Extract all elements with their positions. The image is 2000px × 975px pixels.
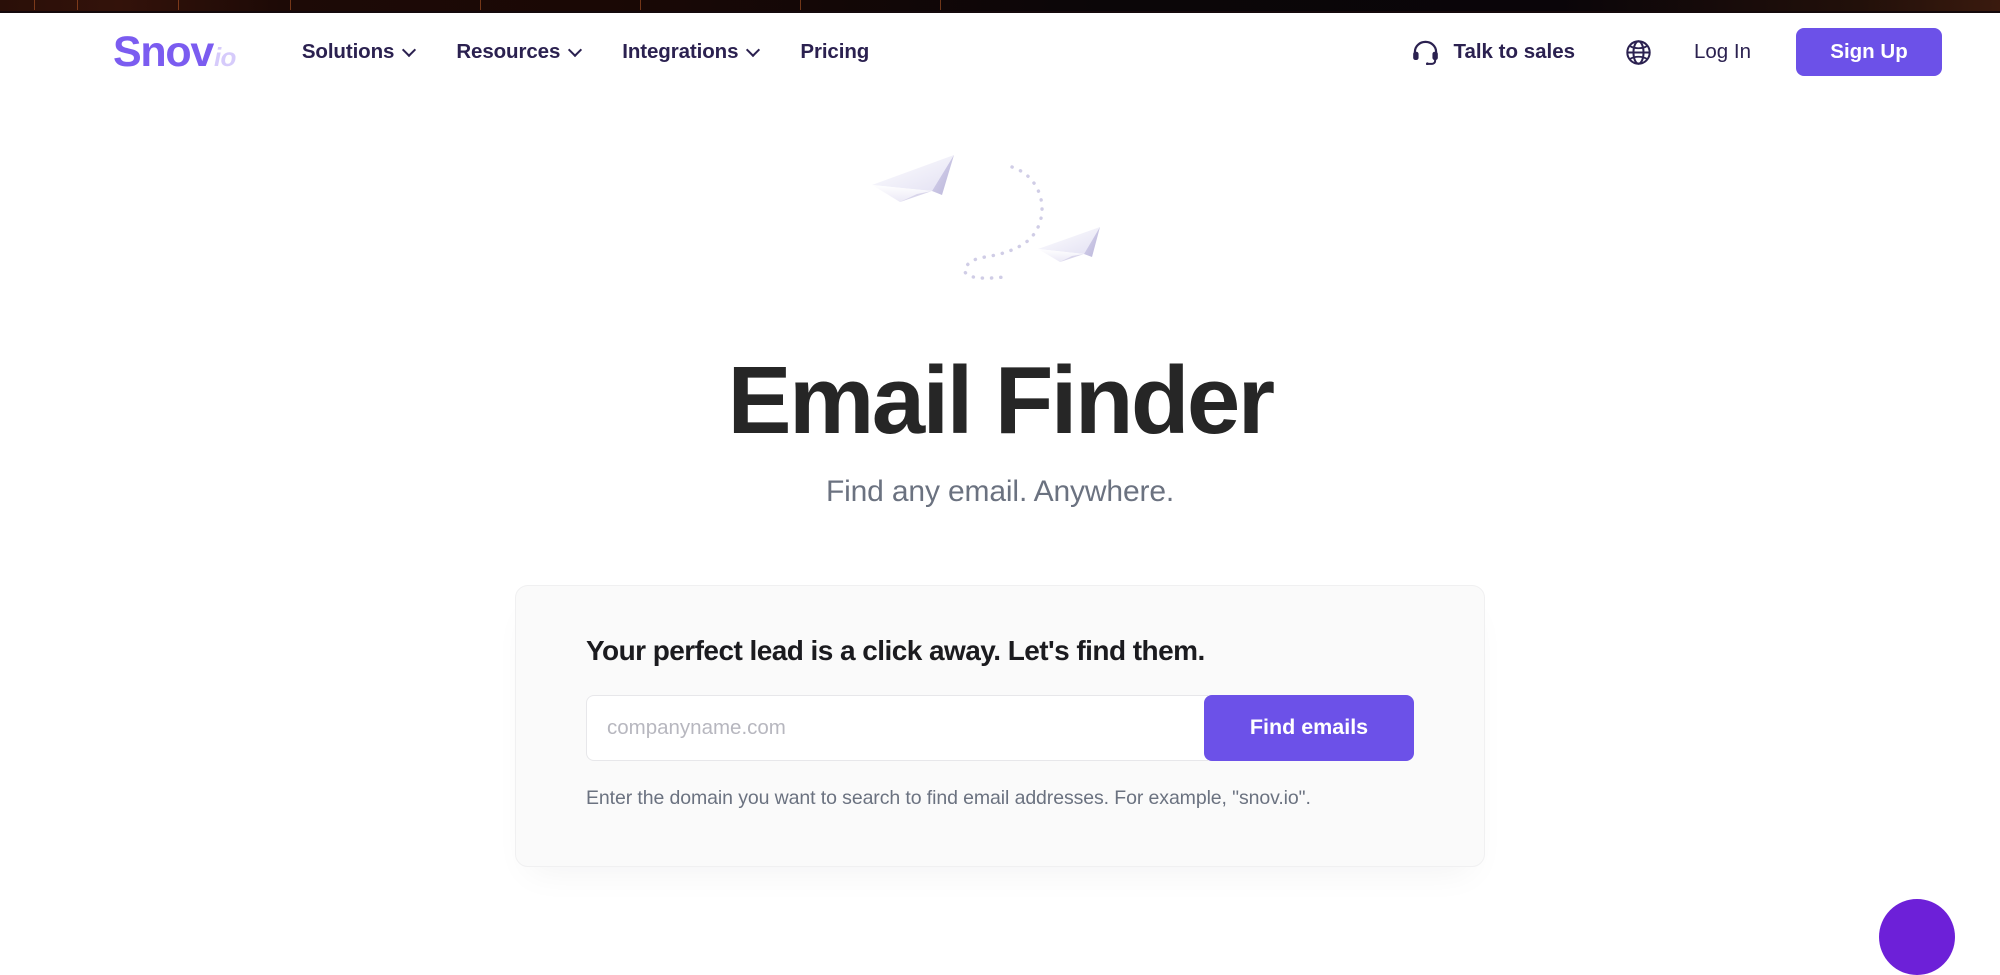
chrome-divider [480, 0, 481, 10]
page-subtitle: Find any email. Anywhere. [825, 474, 1175, 508]
chrome-divider [640, 0, 641, 10]
page-root: Snov io Solutions Resources Integrations… [0, 13, 2000, 975]
login-link[interactable]: Log In [1694, 40, 1751, 64]
chat-launcher-button[interactable] [1879, 899, 1955, 975]
logo-wordmark-suffix: io [213, 41, 237, 72]
chrome-divider [800, 0, 801, 10]
search-hint-text: Enter the domain you want to search to f… [586, 786, 1311, 809]
nav-item-resources[interactable]: Resources [456, 40, 582, 64]
talk-to-sales-label: Talk to sales [1453, 40, 1575, 63]
chevron-down-icon [403, 44, 416, 57]
logo-wordmark: Snov [113, 27, 214, 76]
signup-button[interactable]: Sign Up [1796, 28, 1942, 76]
site-header: Snov io Solutions Resources Integrations… [0, 13, 2000, 91]
header-actions: Talk to sales Log In Sign Up [1411, 28, 1942, 76]
nav-item-label: Integrations [622, 40, 739, 63]
chrome-divider [940, 0, 941, 10]
domain-search-input[interactable] [586, 694, 1208, 761]
nav-item-label: Resources [456, 40, 561, 63]
nav-item-label: Pricing [800, 40, 870, 63]
language-switcher-button[interactable] [1618, 32, 1658, 72]
browser-chrome-strip [0, 0, 2000, 13]
chrome-divider [290, 0, 291, 10]
domain-search-form: Find emails [586, 694, 1414, 761]
globe-icon [1625, 39, 1652, 66]
headset-icon [1411, 39, 1440, 65]
snovio-logo[interactable]: Snov io [113, 27, 237, 76]
chevron-down-icon [569, 44, 582, 57]
email-finder-card: Your perfect lead is a click away. Let's… [515, 584, 1485, 867]
hero-section: Email Finder Find any email. Anywhere. Y… [0, 153, 2000, 867]
chrome-divider [178, 0, 179, 10]
chevron-down-icon [747, 44, 760, 57]
paper-planes-illustration [0, 153, 2000, 339]
nav-item-pricing[interactable]: Pricing [800, 40, 869, 64]
nav-item-integrations[interactable]: Integrations [622, 40, 760, 64]
page-title: Email Finder [727, 347, 1276, 454]
card-heading: Your perfect lead is a click away. Let's… [586, 634, 1205, 666]
chrome-divider [77, 0, 78, 10]
find-emails-button[interactable]: Find emails [1204, 694, 1414, 761]
nav-item-solutions[interactable]: Solutions [302, 40, 416, 64]
chrome-divider [34, 0, 35, 10]
talk-to-sales-button[interactable]: Talk to sales [1411, 39, 1575, 65]
main-navigation: Solutions Resources Integrations Pricing [302, 40, 869, 64]
nav-item-label: Solutions [301, 40, 395, 63]
